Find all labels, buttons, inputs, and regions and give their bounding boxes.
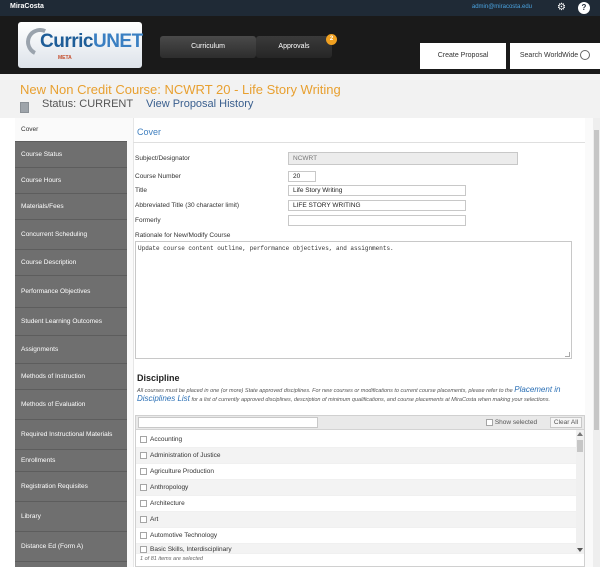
formerly-label: Formerly <box>135 217 161 224</box>
checkbox-icon[interactable] <box>140 467 147 475</box>
globe-icon <box>580 50 591 61</box>
show-selected-checkbox[interactable] <box>486 418 493 426</box>
abbreviated-title-label: Abbreviated Title (30 character limit) <box>135 202 240 209</box>
course-number-field[interactable]: 20 <box>288 171 316 182</box>
formerly-field[interactable] <box>288 215 466 226</box>
page-scrollbar-thumb[interactable] <box>594 130 599 430</box>
checkbox-icon[interactable] <box>140 531 147 539</box>
list-item[interactable]: Art <box>136 512 576 528</box>
sidebar-item-library[interactable]: Library <box>15 502 127 532</box>
checkbox-icon[interactable] <box>140 545 147 553</box>
create-proposal-button[interactable]: Create Proposal <box>420 43 506 69</box>
discipline-description: All courses must be placed in one (or mo… <box>137 385 561 404</box>
sidebar: Cover Course Status Course Hours Materia… <box>15 118 127 567</box>
proposal-header: New Non Credit Course: NCWRT 20 - Life S… <box>0 74 600 118</box>
search-worldwide-label: Search WorldWide <box>519 52 579 59</box>
page-scrollbar[interactable] <box>593 118 600 567</box>
view-proposal-history-link[interactable]: View Proposal History <box>146 98 253 110</box>
sidebar-item-cover[interactable]: Cover <box>15 118 127 142</box>
logo-meta-label: META <box>58 55 72 61</box>
subject-label: Subject/Designator <box>135 155 190 162</box>
title-field[interactable]: Life Story Writing <box>288 185 466 196</box>
list-item[interactable]: Anthropology <box>136 480 576 496</box>
scroll-up-arrow-icon[interactable] <box>577 432 583 436</box>
discipline-list-toolbar: Show selected Clear All <box>136 416 584 430</box>
checkbox-icon[interactable] <box>140 451 147 459</box>
sidebar-item-assignments[interactable]: Assignments <box>15 336 127 364</box>
logo-wordmark: CurricUNET <box>40 31 143 52</box>
discipline-heading: Discipline <box>137 373 180 383</box>
checkbox-icon[interactable] <box>140 435 147 443</box>
show-selected-toggle[interactable]: Show selected <box>486 418 537 427</box>
rationale-text: Update course content outline, performan… <box>138 245 394 252</box>
page-title: New Non Credit Course: NCWRT 20 - Life S… <box>20 82 341 97</box>
help-icon[interactable]: ? <box>578 2 590 14</box>
discipline-list: Show selected Clear All Accounting Admin… <box>135 415 585 567</box>
sidebar-item-required-instructional-materials[interactable]: Required Instructional Materials <box>15 420 127 450</box>
course-number-label: Course Number <box>135 173 181 180</box>
nav-bar: CurricUNET META Curriculum Approvals 2 C… <box>0 16 600 74</box>
user-email-link[interactable]: admin@miracosta.edu <box>472 4 532 10</box>
sidebar-item-concurrent-scheduling[interactable]: Concurrent Scheduling <box>15 220 127 250</box>
sidebar-item-registration-requisites[interactable]: Registration Requisites <box>15 472 127 502</box>
curricunet-logo[interactable]: CurricUNET META <box>18 22 143 68</box>
selection-count: 1 of 81 items are selected <box>140 556 203 562</box>
abbreviated-title-field[interactable]: LIFE STORY WRITING <box>288 200 466 211</box>
sidebar-item-methods-of-instruction[interactable]: Methods of Instruction <box>15 364 127 390</box>
top-bar: MiraCosta admin@miracosta.edu ⚙ ? <box>0 0 600 16</box>
tab-curriculum[interactable]: Curriculum <box>160 36 256 58</box>
rationale-textarea[interactable]: Update course content outline, performan… <box>135 241 572 359</box>
list-item[interactable]: Administration of Justice <box>136 448 576 464</box>
sidebar-item-student-learning-outcomes[interactable]: Student Learning Outcomes <box>15 308 127 336</box>
gear-icon[interactable]: ⚙ <box>557 2 566 14</box>
clear-all-button[interactable]: Clear All <box>550 417 582 428</box>
list-item[interactable]: Automotive Technology <box>136 528 576 544</box>
checkbox-icon[interactable] <box>140 483 147 491</box>
brand-label: MiraCosta <box>10 3 44 10</box>
checkbox-icon[interactable] <box>140 499 147 507</box>
sidebar-item-distance-ed-form-a[interactable]: Distance Ed (Form A) <box>15 532 127 562</box>
rationale-label: Rationale for New/Modify Course <box>135 232 231 239</box>
resize-grip-icon[interactable] <box>565 352 570 357</box>
list-item[interactable]: Basic Skills, Interdisciplinary <box>136 544 576 554</box>
list-item[interactable]: Accounting <box>136 432 576 448</box>
sidebar-item-performance-objectives[interactable]: Performance Objectives <box>15 276 127 308</box>
document-icon <box>20 102 29 113</box>
approvals-badge: 2 <box>326 34 337 45</box>
subject-field: NCWRT <box>288 152 518 165</box>
discipline-scrollbar-thumb[interactable] <box>577 440 583 452</box>
sidebar-item-materials-fees[interactable]: Materials/Fees <box>15 194 127 220</box>
list-item[interactable]: Architecture <box>136 496 576 512</box>
sidebar-item-methods-of-evaluation[interactable]: Methods of Evaluation <box>15 390 127 420</box>
section-title: Cover <box>137 127 162 137</box>
sidebar-item-course-hours[interactable]: Course Hours <box>15 168 127 194</box>
scroll-down-arrow-icon[interactable] <box>577 548 583 552</box>
search-worldwide-button[interactable]: Search WorldWide <box>510 43 600 69</box>
status-label: Status: CURRENT <box>42 98 134 110</box>
section-divider <box>133 142 585 143</box>
discipline-filter-input[interactable] <box>138 417 318 428</box>
title-label: Title <box>135 187 148 194</box>
sidebar-item-enrollments[interactable]: Enrollments <box>15 450 127 472</box>
checkbox-icon[interactable] <box>140 515 147 523</box>
sidebar-item-course-status[interactable]: Course Status <box>15 142 127 168</box>
sidebar-item-course-description[interactable]: Course Description <box>15 250 127 276</box>
tab-approvals[interactable]: Approvals <box>256 36 332 58</box>
discipline-list-scrollbar[interactable] <box>576 430 584 554</box>
list-item[interactable]: Agriculture Production <box>136 464 576 480</box>
